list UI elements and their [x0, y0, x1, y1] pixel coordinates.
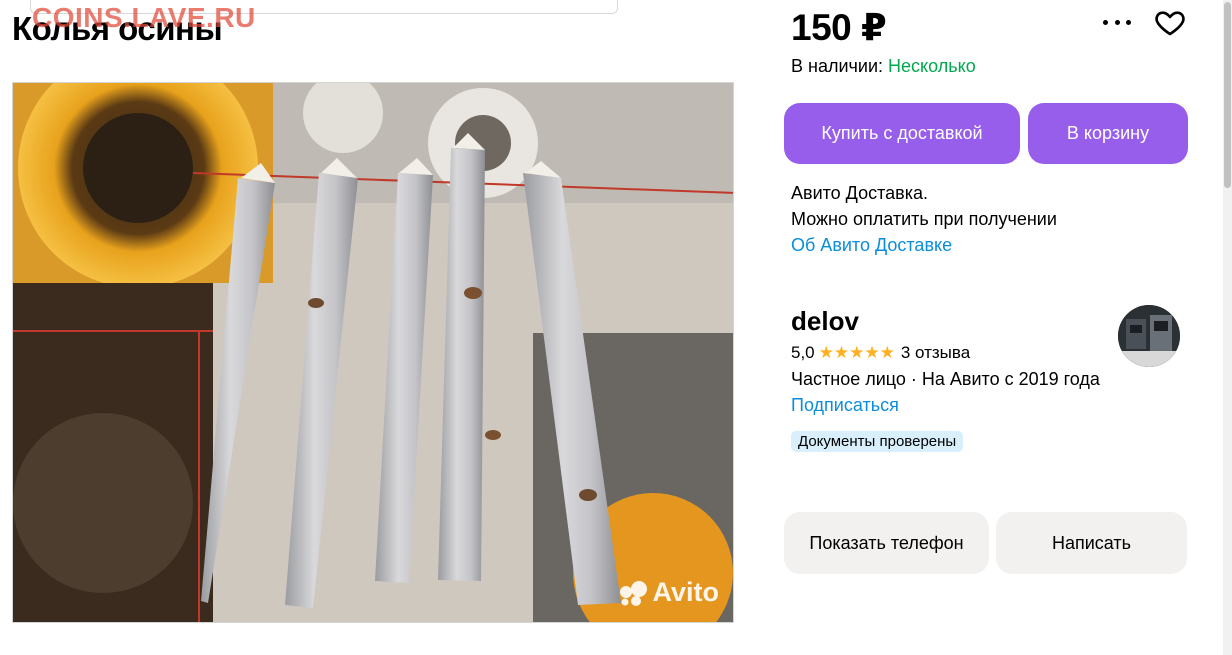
add-to-cart-button[interactable]: В корзину — [1028, 103, 1188, 164]
subscribe-link[interactable]: Подписаться — [791, 395, 899, 416]
avito-logo-icon — [619, 580, 647, 606]
seller-rating: 5,0 ★★★★★ 3 отзыва — [791, 343, 970, 363]
heart-icon[interactable] — [1153, 6, 1187, 38]
seller-name[interactable]: delov — [791, 306, 859, 337]
site-watermark: COINS.LAVE.RU — [32, 2, 256, 33]
scrollbar[interactable] — [1223, 0, 1232, 655]
about-delivery-link[interactable]: Об Авито Доставке — [791, 232, 1057, 258]
documents-verified-badge: Документы проверены — [791, 431, 964, 452]
photo-image — [13, 83, 733, 622]
stock-label: В наличии: — [791, 56, 884, 76]
delivery-info: Авито Доставка. Можно оплатить при получ… — [791, 180, 1057, 258]
listing-photo[interactable]: Avito — [12, 82, 734, 623]
scrollbar-thumb[interactable] — [1224, 2, 1231, 188]
delivery-line-2: Можно оплатить при получении — [791, 209, 1057, 229]
rating-value: 5,0 — [791, 343, 815, 362]
seller-info: Частное лицо · На Авито с 2019 года — [791, 369, 1100, 389]
reviews-link[interactable]: 3 отзыва — [901, 343, 970, 363]
rating-stars: ★★★★★ — [818, 343, 895, 362]
stock-status: В наличии: Несколько — [791, 56, 976, 77]
delivery-line-1: Авито Доставка. — [791, 183, 928, 203]
avatar[interactable] — [1118, 305, 1180, 367]
write-message-button[interactable]: Написать — [996, 512, 1187, 574]
avatar-image — [1118, 305, 1180, 367]
price: 150 ₽ — [791, 7, 887, 48]
avito-watermark-text: Avito — [652, 577, 720, 607]
stock-value: Несколько — [888, 56, 976, 76]
more-icon[interactable] — [1103, 12, 1131, 32]
buy-with-delivery-button[interactable]: Купить с доставкой — [784, 103, 1020, 164]
show-phone-button[interactable]: Показать телефон — [784, 512, 989, 574]
avito-watermark: Avito — [619, 577, 720, 608]
